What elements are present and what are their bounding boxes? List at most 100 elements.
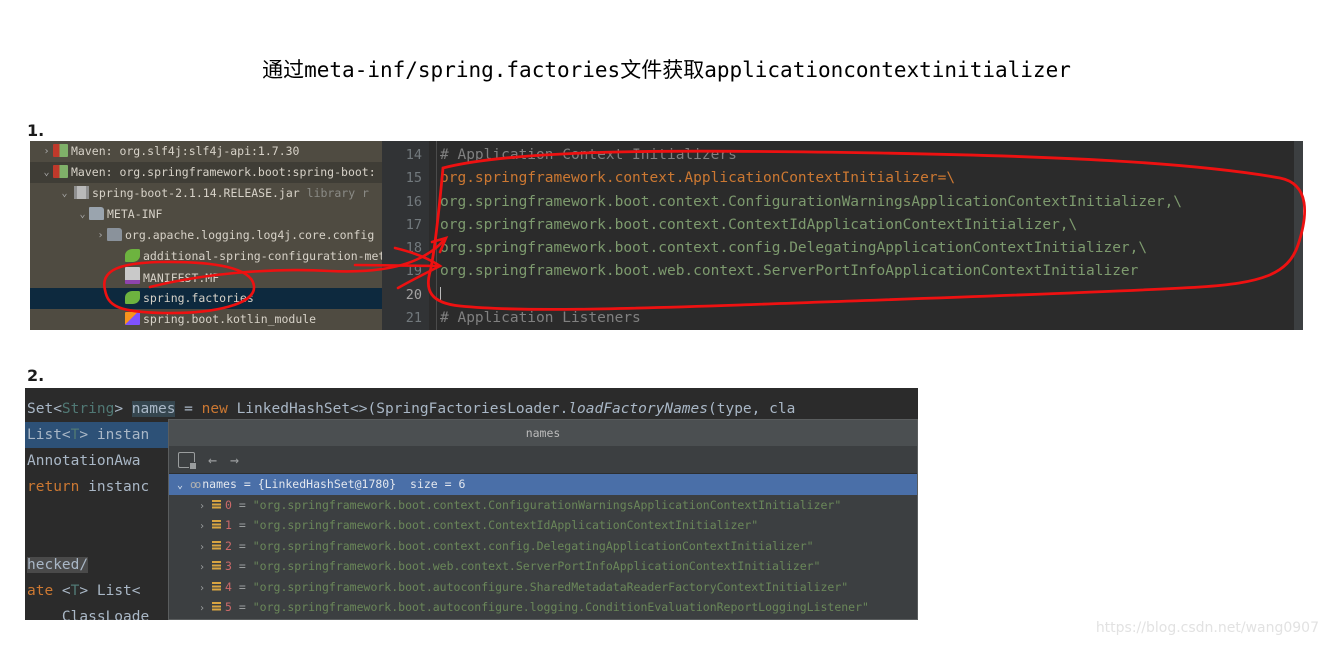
line-number: 15 (405, 170, 422, 187)
line-number: 19 (405, 263, 422, 280)
equals-sign: = (238, 579, 246, 594)
chevron-down-icon[interactable]: ⌄ (177, 476, 190, 497)
equals-sign: = (238, 497, 246, 512)
list-item-icon (212, 561, 221, 571)
item-index: 3 (225, 559, 232, 573)
variable-row-root[interactable]: ⌄ oo names = {LinkedHashSet@1780} size = 6 (169, 474, 917, 495)
code-line: # Application Context Initializers (440, 147, 737, 163)
spring-icon (125, 291, 140, 304)
screenshot-root: 通过meta-inf/spring.factories文件获取applicati… (0, 0, 1333, 650)
tree-row[interactable]: additional-spring-configuration-meta (30, 246, 382, 267)
variable-row[interactable]: › 5 = "org.springframework.boot.autoconfi… (169, 597, 917, 618)
line-number: 16 (405, 193, 422, 210)
tree-row[interactable]: › org.apache.logging.log4j.core.config (30, 225, 382, 246)
tree-item-label: MANIFEST.MF (143, 271, 220, 285)
chevron-right-icon[interactable]: › (199, 497, 212, 518)
chevron-right-icon[interactable]: › (199, 579, 212, 600)
item-index: 4 (225, 579, 232, 594)
watermark: https://blog.csdn.net/wang0907 (1095, 620, 1319, 636)
text-caret (440, 286, 441, 301)
oo-icon: oo (190, 478, 201, 491)
list-item-icon (212, 540, 221, 551)
code-line: org.springframework.boot.web.context.Ser… (440, 263, 1139, 280)
code-editor[interactable]: 14 15 16 17 18 19 20 21 # Application Co… (382, 141, 1303, 330)
chevron-down-icon[interactable]: ⌄ (76, 204, 89, 225)
tree-row[interactable]: › Maven: org.slf4j:slf4j-api:1.7.30 (30, 141, 382, 162)
variable-row[interactable]: › 3 = "org.springframework.boot.web.conte… (169, 556, 917, 577)
item-index: 2 (225, 538, 232, 553)
list-item-icon (212, 602, 221, 612)
item-index: 5 (225, 600, 232, 614)
code-line: # Application Listeners (440, 310, 641, 327)
popup-title: names (169, 420, 917, 446)
gutter-divider (436, 141, 437, 330)
maven-icon (53, 165, 68, 178)
variables-list[interactable]: ⌄ oo names = {LinkedHashSet@1780} size = 6… (169, 474, 917, 618)
tree-row-spring-factories[interactable]: spring.factories (30, 288, 382, 309)
code-line: org.springframework.boot.context.Context… (440, 216, 1078, 233)
list-item-icon (212, 520, 221, 530)
maven-icon (53, 144, 68, 157)
item-value: "org.springframework.boot.context.Contex… (252, 518, 759, 532)
chevron-right-icon[interactable]: › (199, 599, 212, 619)
chevron-right-icon[interactable]: › (94, 225, 107, 246)
line-number: 17 (405, 216, 422, 233)
item-value: "org.springframework.boot.web.context.Se… (252, 559, 821, 573)
item-value: "org.springframework.boot.autoconfigure.… (252, 579, 849, 594)
step-2-label: 2. (27, 366, 45, 385)
tree-row[interactable]: ⌄ META-INF (30, 204, 382, 225)
back-arrow-icon[interactable]: ← (208, 452, 217, 467)
variable-row[interactable]: › 4 = "org.springframework.boot.autoconfi… (169, 577, 917, 598)
variable-row[interactable]: › 1 = "org.springframework.boot.context.C… (169, 515, 917, 536)
tree-row[interactable]: ⌄ Maven: org.springframework.boot:spring-… (30, 162, 382, 183)
tree-item-label: Maven: org.slf4j:slf4j-api:1.7.30 (71, 144, 300, 158)
tree-item-label: Maven: org.springframework.boot:spring-b… (71, 165, 376, 179)
tree-row[interactable]: spring.boot.kotlin_module (30, 309, 382, 330)
code-line: org.springframework.boot.context.Configu… (440, 193, 1183, 210)
frame-icon[interactable] (178, 451, 197, 470)
tree-item-label: META-INF (107, 207, 163, 221)
line-number: 21 (405, 310, 422, 327)
ide-screenshot-1: › Maven: org.slf4j:slf4j-api:1.7.30 ⌄ Mave… (30, 141, 1303, 330)
chevron-right-icon[interactable]: › (199, 517, 212, 538)
chevron-down-icon[interactable]: ⌄ (40, 162, 53, 183)
chevron-right-icon[interactable]: › (199, 558, 212, 579)
variable-row[interactable]: › 2 = "org.springframework.boot.context.c… (169, 536, 917, 557)
chevron-right-icon[interactable]: › (40, 141, 53, 162)
debugger-value-popup[interactable]: names ← → ⌄ oo names = {LinkedHashSet@1780… (168, 419, 918, 620)
list-item-icon (212, 499, 221, 510)
step-1-label: 1. (27, 121, 45, 140)
folder-icon (89, 207, 104, 220)
equals-sign: = (238, 538, 246, 553)
variable-row[interactable]: › 0 = "org.springframework.boot.context.C… (169, 495, 917, 516)
tree-item-label: additional-spring-configuration-meta (143, 249, 382, 263)
manifest-icon (125, 267, 140, 284)
item-index: 1 (225, 518, 232, 532)
item-value: "org.springframework.boot.autoconfigure.… (252, 600, 869, 614)
tree-item-label: spring.factories (143, 291, 254, 305)
chevron-right-icon[interactable]: › (199, 538, 212, 559)
item-value: "org.springframework.boot.context.Config… (252, 497, 842, 512)
tree-row[interactable]: ⌄ spring-boot-2.1.14.RELEASE.jar library … (30, 183, 382, 204)
variable-value: {LinkedHashSet@1780} (257, 477, 397, 491)
variable-name: names (202, 477, 237, 491)
item-value: "org.springframework.boot.context.config… (252, 538, 814, 553)
equals-sign: = (243, 477, 251, 491)
popup-toolbar[interactable]: ← → (169, 446, 917, 474)
line-number: 14 (405, 147, 422, 163)
tree-item-note: library r (306, 186, 369, 200)
line-number-current: 20 (405, 286, 422, 303)
folder-icon (107, 228, 122, 241)
item-index: 0 (225, 497, 232, 512)
project-tree[interactable]: › Maven: org.slf4j:slf4j-api:1.7.30 ⌄ Mave… (30, 141, 382, 330)
forward-arrow-icon[interactable]: → (230, 452, 239, 467)
code-line-caret (440, 284, 1303, 307)
equals-sign: = (238, 518, 246, 532)
editor-scrollbar[interactable] (1294, 141, 1303, 330)
chevron-down-icon[interactable]: ⌄ (58, 183, 71, 204)
code-content[interactable]: # Application Context Initializers org.s… (440, 144, 1303, 330)
tree-row[interactable]: MANIFEST.MF (30, 267, 382, 288)
collection-size: size = 6 (410, 477, 466, 491)
list-item-icon (212, 581, 221, 592)
